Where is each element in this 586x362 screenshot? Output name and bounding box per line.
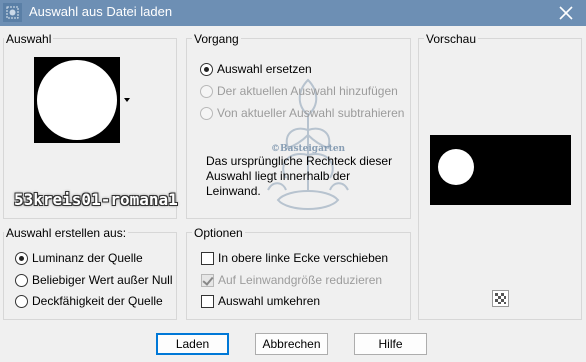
help-button[interactable]: Hilfe xyxy=(354,333,427,355)
radio-button xyxy=(200,84,213,98)
radio-source-luminance[interactable]: Luminanz der Quelle xyxy=(15,251,143,265)
checkbox-move-top-left[interactable]: In obere linke Ecke verschieben xyxy=(201,251,388,265)
preview-shape xyxy=(438,149,474,185)
preview-panel-label: Vorschau xyxy=(424,32,479,46)
radio-label: Luminanz der Quelle xyxy=(32,251,143,265)
radio-label: Von aktueller Auswahl subtrahieren xyxy=(217,106,405,120)
radio-subtract-from-selection: Von aktueller Auswahl subtrahieren xyxy=(200,106,404,120)
preview-canvas xyxy=(430,135,571,205)
checkbox-label: Auswahl umkehren xyxy=(218,294,321,308)
cancel-button[interactable]: Abbrechen xyxy=(255,333,328,355)
radio-button[interactable] xyxy=(15,251,28,265)
radio-replace-selection[interactable]: Auswahl ersetzen xyxy=(200,62,312,76)
radio-label: Auswahl ersetzen xyxy=(217,62,312,76)
close-icon[interactable] xyxy=(557,4,575,22)
checkbox xyxy=(201,273,214,287)
radio-label: Der aktuellen Auswahl hinzufügen xyxy=(217,84,398,98)
checkbox[interactable] xyxy=(201,294,214,308)
radio-button[interactable] xyxy=(15,273,28,287)
checkbox-label: In obere linke Ecke verschieben xyxy=(218,251,389,265)
operation-info-text: Das ursprüngliche Rechteck dieser Auswah… xyxy=(206,154,393,198)
selection-panel-label: Auswahl xyxy=(4,32,54,46)
radio-label: Deckfähigkeit der Quelle xyxy=(32,294,163,308)
radio-label: Beliebiger Wert außer Null xyxy=(32,273,173,287)
operation-panel-label: Vorgang xyxy=(192,32,241,46)
load-button[interactable]: Laden xyxy=(156,333,229,355)
radio-source-opacity[interactable]: Deckfähigkeit der Quelle xyxy=(15,294,163,308)
selection-shape xyxy=(37,60,117,140)
chevron-down-icon[interactable] xyxy=(123,97,131,103)
watermark-label: 53kreis01-romana1 xyxy=(14,190,178,209)
create-from-panel-label: Auswahl erstellen aus: xyxy=(4,226,129,240)
checkbox[interactable] xyxy=(201,251,214,265)
checkbox-label: Auf Leinwandgröße reduzieren xyxy=(218,273,383,287)
radio-button xyxy=(200,106,213,120)
radio-add-to-selection: Der aktuellen Auswahl hinzufügen xyxy=(200,84,398,98)
selection-icon xyxy=(3,3,22,22)
window-title: Auswahl aus Datei laden xyxy=(29,4,173,19)
selection-thumbnail[interactable] xyxy=(34,57,120,143)
options-panel-label: Optionen xyxy=(192,226,245,240)
checkbox-invert-selection[interactable]: Auswahl umkehren xyxy=(201,294,320,308)
radio-button[interactable] xyxy=(200,62,213,76)
watermark-logo-text: ©Basteigarten xyxy=(271,144,346,154)
radio-any-nonzero[interactable]: Beliebiger Wert außer Null xyxy=(15,273,173,287)
radio-button[interactable] xyxy=(15,294,28,308)
title-bar: Auswahl aus Datei laden xyxy=(0,0,586,26)
checkbox-crop-to-canvas: Auf Leinwandgröße reduzieren xyxy=(201,273,382,287)
checkerboard-icon[interactable] xyxy=(492,290,509,307)
